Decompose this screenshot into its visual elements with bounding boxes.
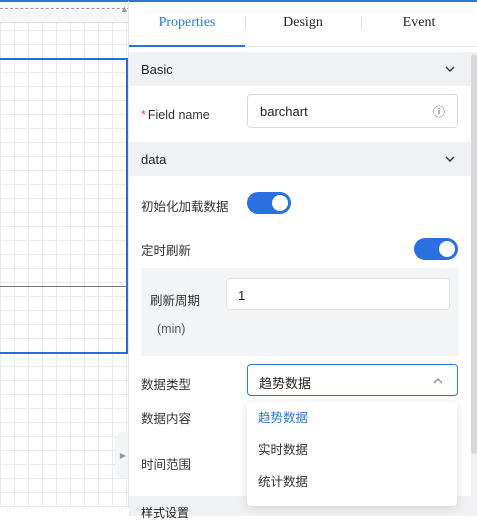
data-type-label: 数据类型 [141, 378, 192, 392]
field-name-value: barchart [260, 104, 308, 119]
canvas-ruler: ▲ [0, 2, 130, 23]
panel-scrollbar-thumb[interactable] [471, 54, 477, 454]
data-type-selected: 趋势数据 [259, 376, 312, 391]
timed-refresh-toggle[interactable] [414, 238, 458, 260]
field-name-row: * Field name barchart ⓘ [129, 86, 477, 142]
time-range-label: 时间范围 [141, 458, 192, 472]
section-data-header[interactable]: data [129, 142, 477, 176]
data-type-select[interactable]: 趋势数据 [247, 364, 458, 396]
toggle-knob [439, 241, 455, 257]
timed-refresh-row: 定时刷新 [129, 222, 477, 268]
info-icon[interactable]: ⓘ [433, 103, 445, 120]
ruler-line [0, 8, 130, 9]
tab-design[interactable]: Design [245, 2, 361, 46]
properties-panel: Properties Design Event Basic * Field nam… [128, 0, 477, 520]
field-name-label: * Field name [141, 108, 210, 122]
section-basic-header[interactable]: Basic [129, 52, 477, 86]
dropdown-option-realtime[interactable]: 实时数据 [247, 434, 457, 466]
chevron-right-icon: ▶ [119, 450, 127, 460]
field-name-input[interactable]: barchart ⓘ [247, 94, 458, 128]
panel-tabs: Properties Design Event [129, 2, 477, 47]
data-type-dropdown: 趋势数据 实时数据 统计数据 [247, 402, 457, 506]
field-name-label-text: Field name [147, 108, 210, 122]
data-type-row: 数据类型 趋势数据 [129, 360, 477, 404]
chevron-down-icon [445, 66, 455, 72]
timed-refresh-label: 定时刷新 [141, 244, 192, 258]
chevron-up-icon [433, 378, 443, 384]
section-basic-title: Basic [141, 61, 173, 77]
init-load-toggle[interactable] [247, 192, 291, 214]
refresh-period-box: 刷新周期 (min) 1 [141, 268, 459, 356]
tab-event[interactable]: Event [361, 2, 477, 46]
refresh-period-row: 刷新周期 (min) 1 [129, 268, 477, 360]
dropdown-option-statistics[interactable]: 统计数据 [247, 466, 457, 498]
refresh-period-input[interactable]: 1 [226, 278, 450, 310]
refresh-period-value: 1 [238, 288, 246, 303]
tab-divider [245, 16, 246, 30]
tab-properties[interactable]: Properties [129, 2, 245, 47]
selected-chart-frame[interactable] [0, 58, 128, 354]
refresh-period-unit: (min) [157, 322, 186, 336]
refresh-period-label: 刷新周期 [150, 294, 201, 308]
dropdown-option-trend[interactable]: 趋势数据 [247, 402, 457, 434]
section-data-title: data [141, 151, 167, 167]
section-style-title: 样式设置 [141, 506, 190, 520]
design-canvas[interactable]: ▲ [0, 0, 130, 508]
init-load-label: 初始化加载数据 [141, 200, 229, 214]
init-load-row: 初始化加载数据 [129, 176, 477, 222]
chevron-down-icon [445, 156, 455, 162]
data-content-label: 数据内容 [141, 412, 192, 426]
tab-divider [361, 16, 362, 30]
toggle-knob [272, 195, 288, 211]
required-mark: * [141, 108, 146, 122]
canvas-guide-line [0, 286, 128, 287]
